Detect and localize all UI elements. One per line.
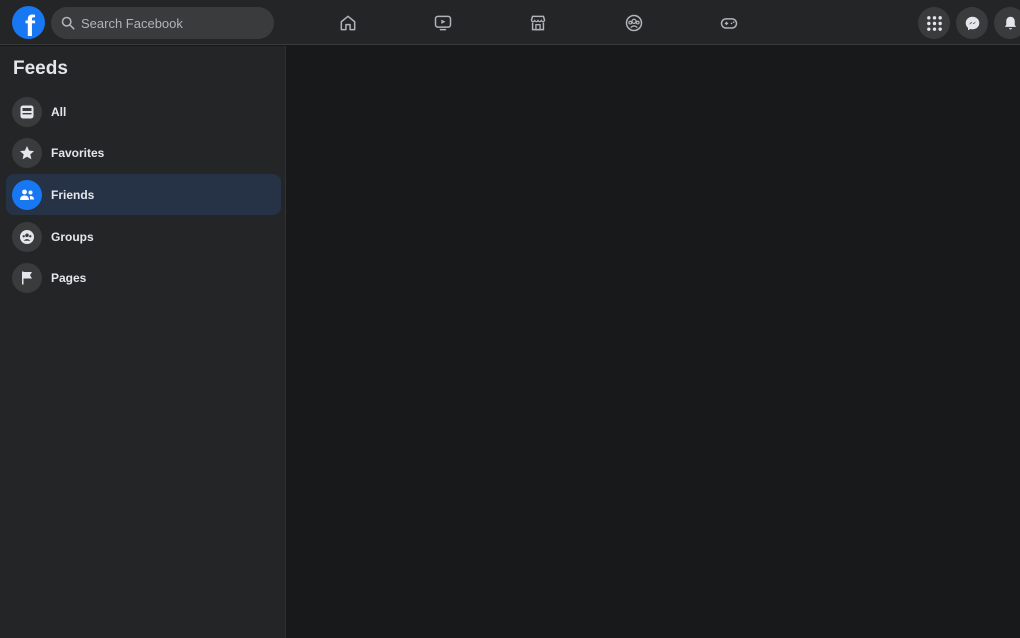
sidebar-item-label: Groups (51, 229, 94, 244)
all-feed-icon-wrapper (12, 96, 42, 127)
watch-icon (434, 15, 452, 31)
sidebar-item-groups[interactable]: Groups (6, 216, 281, 257)
home-icon (340, 15, 356, 31)
friends-icon (20, 189, 34, 200)
sidebar-item-friends[interactable]: Friends (6, 174, 281, 215)
groups-icon (20, 229, 34, 244)
search-box[interactable] (51, 7, 274, 39)
messenger-icon (965, 16, 979, 30)
feeds-sidebar: Feeds All Favorites Friends Groups Pages (0, 46, 286, 638)
all-feed-icon (20, 105, 34, 118)
sidebar-item-label: Pages (51, 270, 87, 285)
star-icon (20, 145, 34, 159)
groups-icon-wrapper (12, 221, 42, 252)
nav-groups[interactable] (619, 8, 649, 38)
flag-icon-wrapper (12, 262, 42, 293)
nav-watch[interactable] (428, 8, 458, 38)
friends-icon-wrapper (12, 179, 42, 210)
notifications-icon (1004, 16, 1016, 29)
facebook-logo-letter: f (25, 9, 35, 39)
messenger-button[interactable] (956, 7, 988, 39)
flag-icon (22, 271, 32, 284)
main-feed-area (287, 46, 1020, 638)
nav-marketplace[interactable] (523, 8, 553, 38)
menu-grid-icon (926, 15, 942, 31)
sidebar-item-all[interactable]: All (6, 91, 281, 132)
nav-home[interactable] (333, 8, 363, 38)
sidebar-title: Feeds (13, 58, 68, 79)
groups-icon (625, 14, 643, 32)
sidebar-item-favorites[interactable]: Favorites (6, 132, 281, 173)
menu-button[interactable] (918, 7, 950, 39)
top-navigation-bar: f (0, 0, 1020, 45)
search-input[interactable] (81, 15, 261, 31)
sidebar-item-label: Favorites (51, 145, 105, 160)
marketplace-icon (530, 15, 546, 31)
notifications-button[interactable] (994, 7, 1020, 39)
facebook-logo[interactable]: f (12, 6, 45, 39)
gaming-icon (720, 18, 738, 29)
star-icon-wrapper (12, 137, 42, 168)
sidebar-item-label: Friends (51, 187, 95, 202)
search-icon (61, 16, 75, 30)
sidebar-item-label: All (51, 104, 67, 119)
nav-gaming[interactable] (714, 8, 744, 38)
sidebar-item-pages[interactable]: Pages (6, 257, 281, 298)
